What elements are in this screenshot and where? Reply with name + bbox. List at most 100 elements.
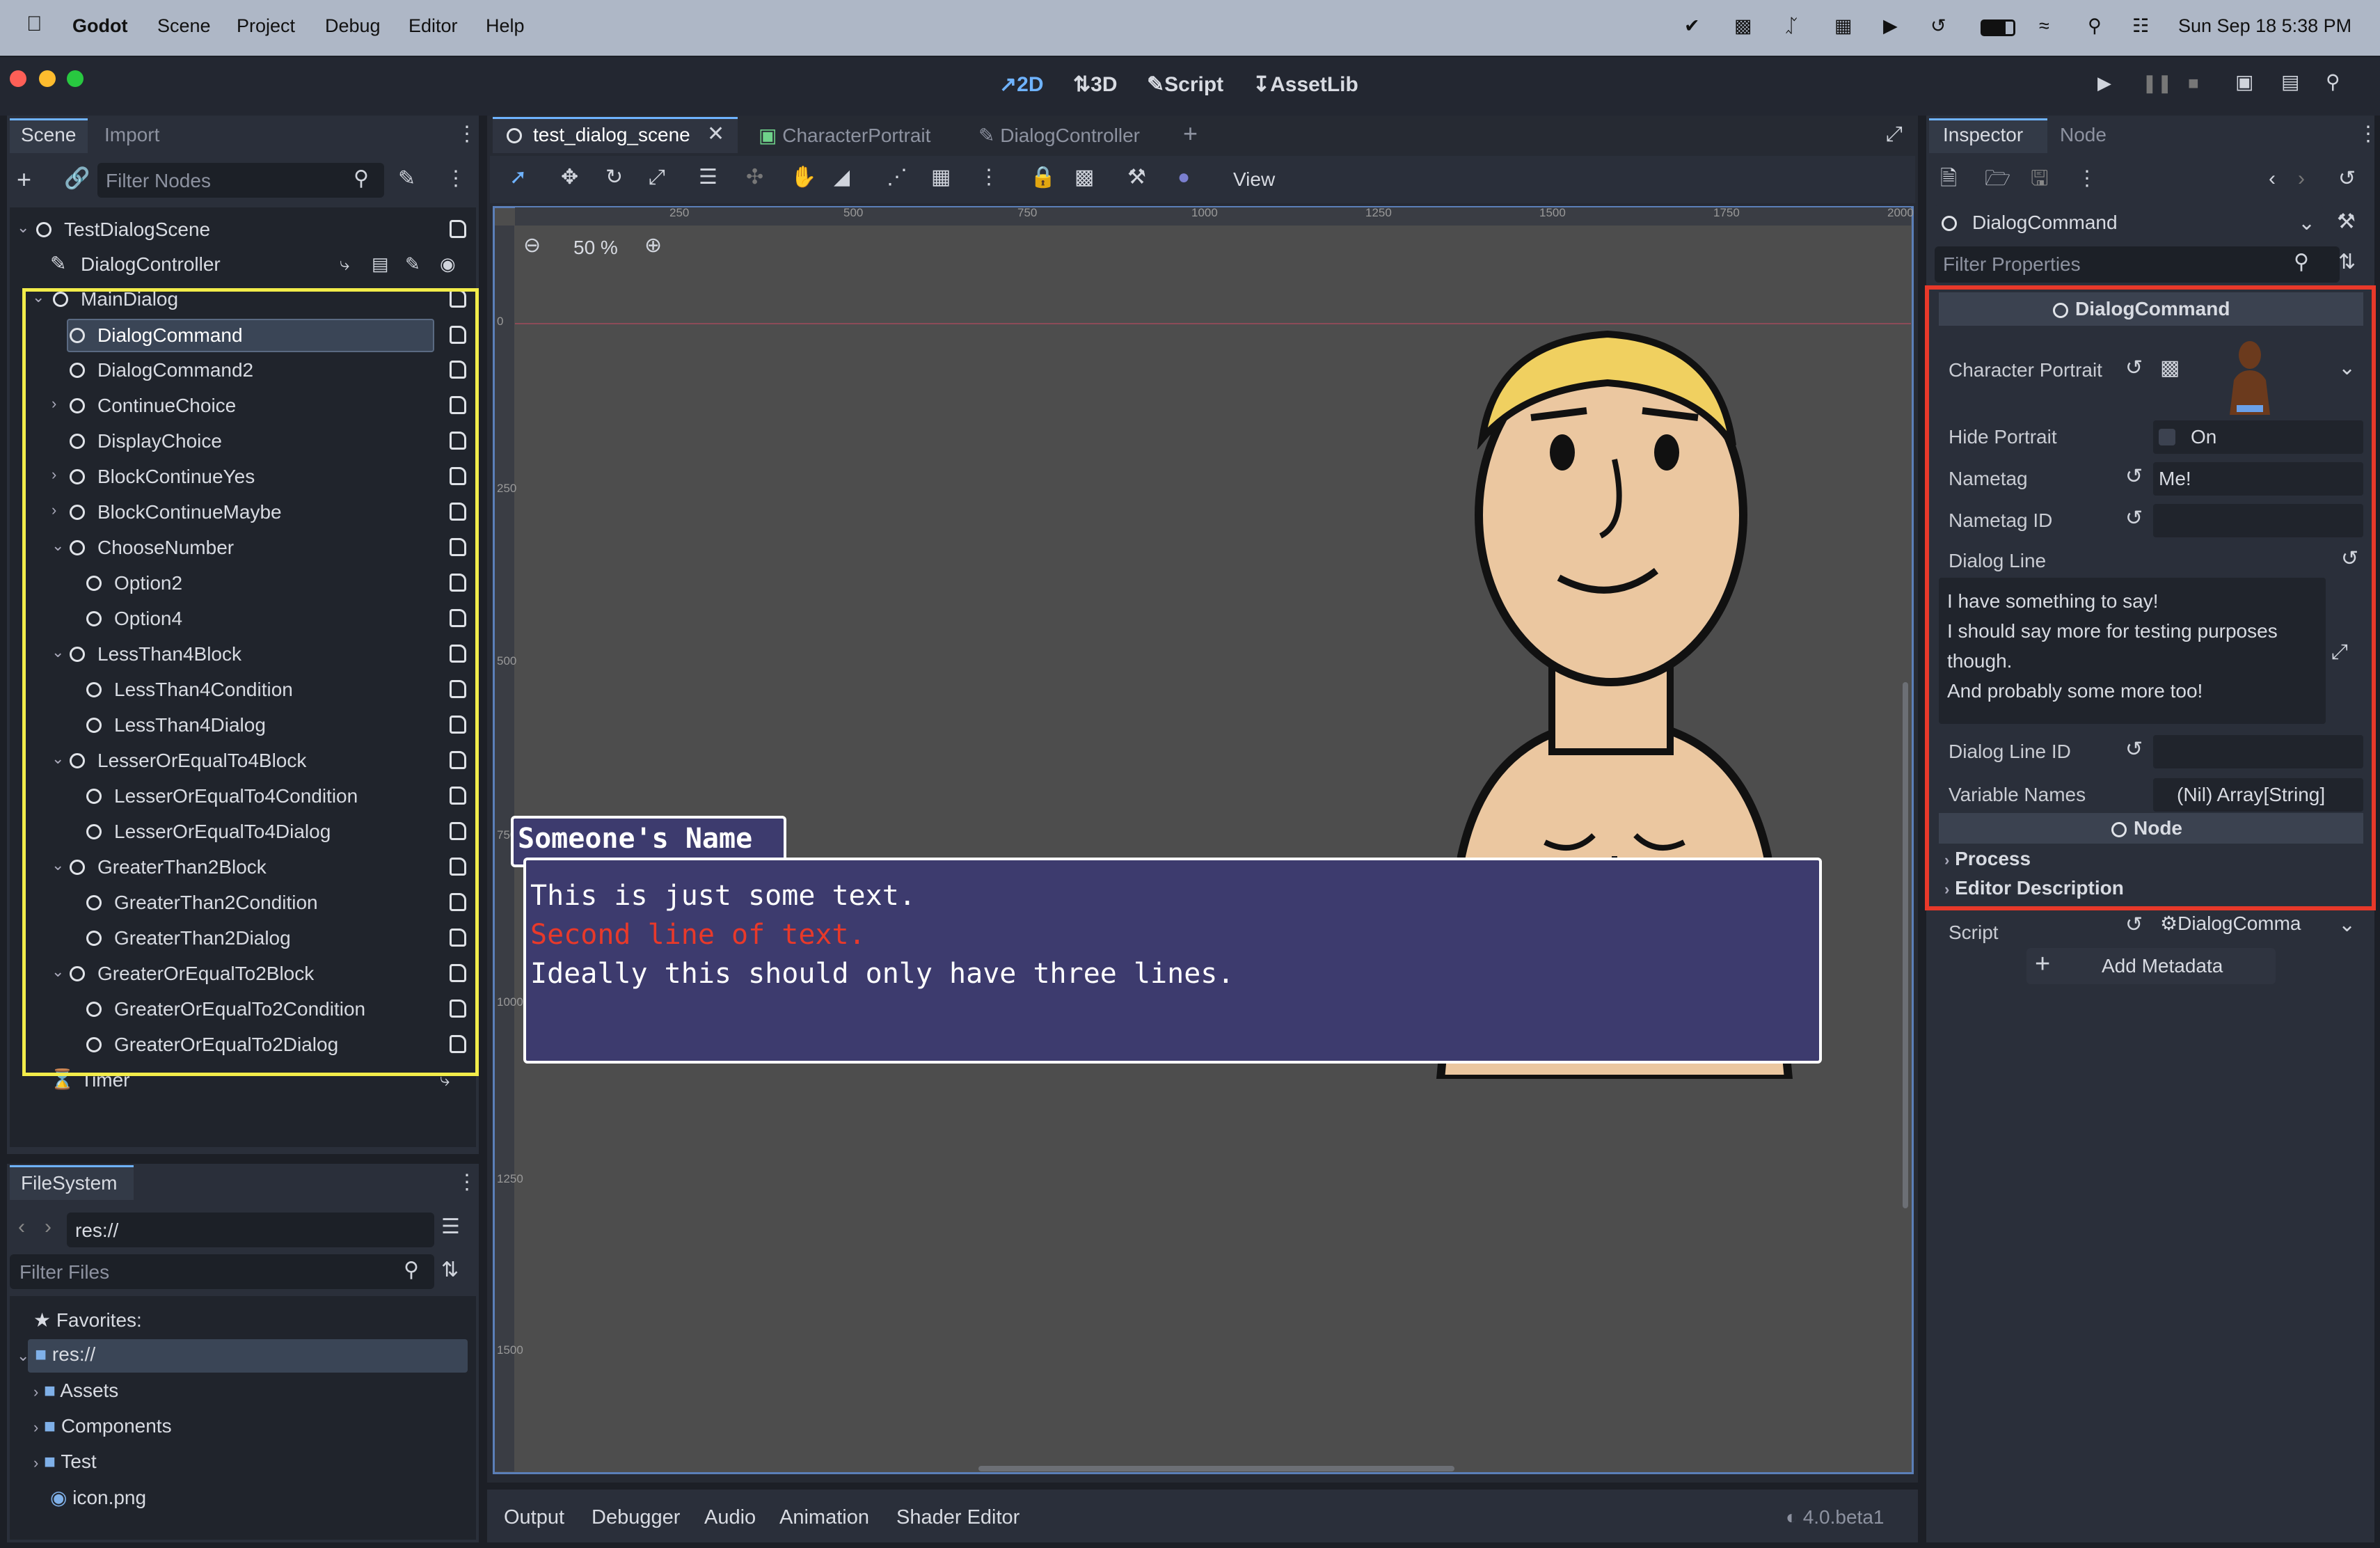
dock-menu-icon[interactable]: ⋮ xyxy=(457,1172,477,1193)
group-icon[interactable]: ▤ xyxy=(372,255,389,273)
pause-button[interactable]: ❚❚ xyxy=(2142,74,2173,92)
menu-project[interactable]: Project xyxy=(237,15,295,37)
menu-help[interactable]: Help xyxy=(486,15,525,37)
visibility-eye-icon[interactable]: ◉ xyxy=(440,255,456,273)
camera-override-icon[interactable]: ● xyxy=(1177,167,1190,188)
snap-options-icon[interactable]: ⋮ xyxy=(978,167,999,188)
vertical-scrollbar[interactable] xyxy=(1903,682,1908,1208)
battery-icon[interactable] xyxy=(1981,19,2015,36)
menu-app-godot[interactable]: Godot xyxy=(72,15,127,37)
list-select-icon[interactable]: ☰ xyxy=(699,167,717,188)
workspace-script[interactable]: ✎Script xyxy=(1147,72,1223,97)
grid-snap-icon[interactable]: ▦ xyxy=(931,167,951,188)
zoom-level[interactable]: 50 % xyxy=(573,237,618,259)
zoom-window-button[interactable] xyxy=(67,70,84,87)
wifi-icon[interactable]: ≈ xyxy=(2039,15,2049,37)
add-node-icon[interactable]: + xyxy=(17,167,31,192)
status-check-icon[interactable]: ✔ xyxy=(1684,15,1700,37)
status-csa-icon[interactable]: ▦ xyxy=(1834,15,1853,37)
menu-scene[interactable]: Scene xyxy=(157,15,211,37)
bluetooth-icon[interactable]: ᛢ xyxy=(1786,15,1797,37)
sort-properties-icon[interactable]: ⇅ xyxy=(2338,252,2356,273)
signals-icon[interactable]: ⤷ xyxy=(340,255,350,273)
dock-menu-icon[interactable]: ⋮ xyxy=(2358,124,2379,145)
menubar-clock[interactable]: Sun Sep 18 5:38 PM xyxy=(2178,15,2351,37)
smart-snap-icon[interactable]: ⋰ xyxy=(887,167,907,188)
view-menu[interactable]: View xyxy=(1233,168,1275,191)
bottom-tab-debugger[interactable]: Debugger xyxy=(592,1506,680,1529)
bottom-tab-output[interactable]: Output xyxy=(504,1506,564,1529)
zoom-in-icon[interactable]: ⊕ xyxy=(644,235,662,256)
favorites-row[interactable]: ★ Favorites: xyxy=(33,1309,142,1332)
select-mode-icon[interactable]: ➚ xyxy=(509,167,527,188)
node-tab[interactable]: Node xyxy=(2060,124,2107,146)
new-resource-icon[interactable]: 🗎 xyxy=(1940,168,1957,189)
folder-components[interactable]: › ■ Components xyxy=(33,1415,172,1437)
scene-options-icon[interactable]: ⋮ xyxy=(445,168,466,189)
import-tab[interactable]: Import xyxy=(104,124,159,146)
movie-maker-button[interactable]: ⚲ xyxy=(2326,72,2340,92)
revert-icon[interactable]: ↺ xyxy=(2125,915,2143,935)
folder-assets[interactable]: › ■ Assets xyxy=(33,1380,118,1402)
play-button[interactable]: ▶ xyxy=(2097,74,2111,92)
workspace-3d[interactable]: ⇅3D xyxy=(1073,72,1118,97)
history-back-icon[interactable]: ‹ xyxy=(2269,168,2276,189)
workspace-2d[interactable]: ↗2D xyxy=(999,72,1044,97)
workspace-assetlib[interactable]: ↧AssetLib xyxy=(1253,72,1358,97)
forward-icon[interactable]: › xyxy=(45,1217,51,1238)
move-mode-icon[interactable]: ✥ xyxy=(561,167,578,188)
load-resource-icon[interactable]: 🗁 xyxy=(1985,168,2010,189)
horizontal-scrollbar[interactable] xyxy=(978,1466,1454,1471)
file-icon-png[interactable]: ◉ icon.png xyxy=(50,1486,146,1509)
tab-dialog-controller[interactable]: ✎ DialogController xyxy=(978,124,1140,147)
object-properties-icon[interactable]: ⚒ xyxy=(2337,212,2356,232)
res-root-row[interactable]: ⌄ ■ res:// xyxy=(17,1343,95,1366)
bottom-tab-shader-editor[interactable]: Shader Editor xyxy=(896,1506,1020,1529)
control-center-icon[interactable]: ☷ xyxy=(2132,15,2149,37)
pivot-mode-icon[interactable]: ✣ xyxy=(746,167,763,188)
stop-button[interactable]: ■ xyxy=(2188,74,2199,92)
close-tab-icon[interactable]: ✕ xyxy=(707,124,724,145)
sort-icon[interactable]: ⇅ xyxy=(441,1260,459,1281)
script-icon[interactable] xyxy=(450,220,466,238)
group-nodes-icon[interactable]: ▩ xyxy=(1074,167,1094,188)
apple-icon[interactable]:  xyxy=(26,13,42,36)
play-scene-button[interactable]: ▣ xyxy=(2235,72,2253,92)
folder-test[interactable]: › ■ Test xyxy=(33,1451,97,1473)
tree-row-dialogcontroller[interactable]: ✎ DialogController ⤷ ▤ ✎ ◉ xyxy=(14,248,466,281)
dock-menu-icon[interactable]: ⋮ xyxy=(457,124,477,145)
resource-options-icon[interactable]: ⋮ xyxy=(2077,168,2097,189)
scale-mode-icon[interactable]: ⤢ xyxy=(649,167,665,188)
menu-editor[interactable]: Editor xyxy=(408,15,458,37)
collapse-arrow-icon[interactable]: ⌄ xyxy=(17,219,29,237)
list-view-icon[interactable]: ☰ xyxy=(441,1217,460,1238)
save-resource-icon[interactable]: 🖫 xyxy=(2031,168,2049,189)
time-machine-icon[interactable]: ↺ xyxy=(1930,15,1946,37)
lock-icon[interactable]: 🔒 xyxy=(1030,167,1056,188)
zoom-out-icon[interactable]: ⊖ xyxy=(523,235,541,256)
status-layout-icon[interactable]: ▩ xyxy=(1734,15,1752,37)
pan-mode-icon[interactable]: ✋ xyxy=(791,167,816,188)
new-tab-icon[interactable]: + xyxy=(1183,121,1198,146)
status-play-icon[interactable]: ▶ xyxy=(1883,15,1898,37)
spotlight-icon[interactable]: ⚲ xyxy=(2088,15,2102,37)
distraction-free-icon[interactable]: ⤢ xyxy=(1886,124,1903,145)
minimize-window-button[interactable] xyxy=(39,70,56,87)
bottom-tab-audio[interactable]: Audio xyxy=(704,1506,756,1529)
attach-script-icon[interactable]: ✎ xyxy=(398,168,415,189)
history-icon[interactable]: ↺ xyxy=(2338,168,2356,189)
close-window-button[interactable] xyxy=(10,70,26,87)
chevron-down-icon[interactable]: ⌄ xyxy=(2338,915,2356,935)
back-icon[interactable]: ‹ xyxy=(18,1217,25,1238)
instance-scene-icon[interactable]: 🔗 xyxy=(64,168,90,189)
ruler-mode-icon[interactable]: ◢ xyxy=(834,167,850,188)
menu-debug[interactable]: Debug xyxy=(325,15,381,37)
path-field[interactable] xyxy=(67,1213,434,1247)
tab-character-portrait[interactable]: ▣ CharacterPortrait xyxy=(759,124,930,147)
play-custom-scene-button[interactable]: ▤ xyxy=(2281,72,2299,92)
history-forward-icon[interactable]: › xyxy=(2298,168,2305,189)
scene-script-icon[interactable]: ✎ xyxy=(405,255,420,273)
script-value[interactable]: ⚙DialogComma xyxy=(2160,912,2301,935)
bottom-tab-animation[interactable]: Animation xyxy=(779,1506,869,1529)
skeleton-icon[interactable]: ⚒ xyxy=(1127,167,1146,188)
